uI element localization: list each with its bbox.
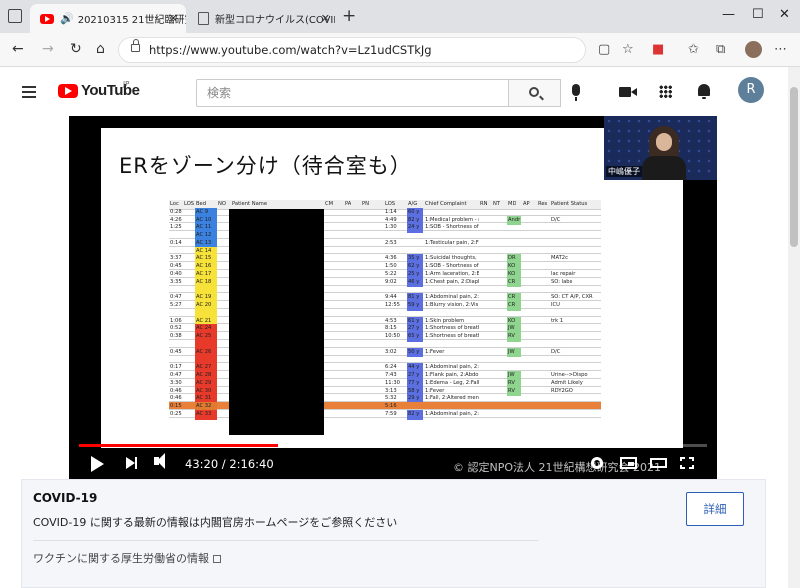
more-icon[interactable]: ⋯ [774, 42, 787, 57]
scrollbar-thumb[interactable] [790, 87, 798, 247]
board-cell-md [507, 410, 521, 420]
vaccine-info-link[interactable]: ワクチンに関する厚生労働省の情報 [33, 550, 221, 566]
speaker-icon[interactable]: 🔊 [60, 12, 74, 25]
favorite-icon[interactable]: ☆ [622, 42, 634, 57]
board-cell-loc: 0:25 [170, 410, 182, 417]
miniplayer-icon[interactable] [620, 457, 637, 469]
vaccine-info-link-text[interactable]: ワクチンに関する厚生労働省の情報 [33, 552, 209, 565]
time-total: 2:16:40 [229, 457, 274, 471]
tab-label: 新型コロナウイルス(COVID-19)感染 [215, 15, 335, 26]
volume-icon[interactable] [154, 453, 165, 469]
time-display: 43:20 / 2:16:40 [185, 457, 274, 471]
board-cell-los: 7:59 [385, 410, 397, 417]
presentation-slide: ERをゾーン分け（待合室も） Loc LOS Bed NO Patient Name CM… [101, 128, 683, 448]
close-tab-icon[interactable]: ✕ [169, 12, 178, 25]
collections-icon[interactable]: ⧉ [716, 42, 725, 57]
settings-gear-icon[interactable] [591, 457, 603, 469]
youtube-logo-icon[interactable] [58, 84, 78, 98]
forward-icon[interactable]: → [42, 41, 54, 57]
external-link-icon [213, 555, 221, 563]
profile-avatar[interactable] [745, 41, 762, 58]
new-tab-icon[interactable]: + [342, 6, 356, 26]
time-separator: / [218, 457, 230, 471]
youtube-favicon-icon [40, 13, 54, 24]
create-video-icon[interactable] [619, 87, 637, 97]
reader-icon[interactable]: ▢ [598, 42, 610, 57]
back-icon[interactable]: ← [12, 41, 24, 57]
presenter-name: 中嶋優子 [606, 166, 642, 177]
info-panel-text: COVID-19 に関する最新の情報は内閣官房ホームページをご参照ください [33, 516, 398, 529]
covid-info-panel: COVID-19 COVID-19 に関する最新の情報は内閣官房ホームページをご… [21, 479, 766, 588]
close-tab-icon[interactable]: ✕ [321, 12, 330, 25]
next-video-icon[interactable] [126, 457, 137, 469]
video-player[interactable]: ERをゾーン分け（待合室も） Loc LOS Bed NO Patient Name CM… [69, 116, 717, 479]
board-cell-status [550, 410, 600, 420]
presenter-body [642, 156, 686, 180]
url-text[interactable]: https://www.youtube.com/watch?v=Lz1udCST… [149, 43, 432, 57]
search-icon [529, 87, 539, 97]
region-code: JP [123, 80, 130, 88]
browser-tab-youtube[interactable]: 🔊 20210315 21世紀臨研究… ✕ [30, 4, 186, 33]
page-scrollbar[interactable] [788, 67, 800, 588]
browser-tab-strip: 🔊 20210315 21世紀臨研究… ✕ 新型コロナウイルス(COVID-19… [0, 0, 800, 33]
maximize-icon[interactable]: ☐ [752, 7, 764, 22]
info-divider [33, 540, 538, 541]
menu-icon[interactable] [22, 86, 36, 98]
board-cell-bed: AC 33 [195, 409, 217, 420]
document-favicon-icon [198, 12, 209, 25]
minimize-icon[interactable]: — [722, 7, 735, 22]
board-cell-ag: 82 y [407, 409, 423, 420]
presenter-camera: 中嶋優子 [604, 116, 717, 180]
theater-mode-icon[interactable] [650, 458, 667, 468]
er-tracking-board: Loc LOS Bed NO Patient Name CM PA PN LOS A/G Chief… [169, 200, 601, 443]
progress-fill [79, 444, 279, 447]
redacted-patient-names [229, 209, 324, 435]
close-window-icon[interactable]: ✕ [779, 7, 790, 22]
slide-title: ERをゾーン分け（待合室も） [119, 154, 412, 178]
extension-icon[interactable]: ■ [652, 42, 664, 57]
time-current: 43:20 [185, 457, 219, 471]
play-icon[interactable] [91, 456, 104, 472]
favorites-bar-icon[interactable]: ✩ [688, 42, 699, 57]
home-icon[interactable]: ⌂ [96, 41, 105, 57]
progress-bar[interactable] [79, 444, 707, 447]
zoom-watermark: zoom [589, 426, 655, 454]
browser-toolbar: ← → ↻ ⌂ https://www.youtube.com/watch?v=… [0, 33, 800, 67]
browser-tab-covid[interactable]: 新型コロナウイルス(COVID-19)感染 ✕ [188, 4, 338, 33]
details-button[interactable]: 詳細 [686, 492, 744, 526]
tab-actions-icon[interactable] [8, 9, 22, 23]
board-cell-cc: 1:Abdominal pain, 2: [425, 410, 479, 417]
notifications-bell-icon[interactable] [698, 84, 710, 99]
youtube-wordmark[interactable]: YouTube [81, 82, 140, 99]
address-bar[interactable]: https://www.youtube.com/watch?v=Lz1udCST… [118, 37, 586, 63]
microphone-icon[interactable] [572, 84, 580, 101]
fullscreen-icon[interactable] [679, 456, 695, 470]
youtube-header: YouTube JP R [0, 67, 788, 119]
search-button[interactable] [509, 79, 561, 107]
search-input[interactable] [196, 79, 509, 107]
presenter-face [656, 133, 672, 151]
refresh-icon[interactable]: ↻ [70, 41, 82, 57]
info-panel-title: COVID-19 [33, 491, 98, 505]
lock-icon[interactable] [131, 39, 140, 52]
user-avatar[interactable]: R [738, 77, 764, 103]
apps-grid-icon[interactable] [659, 85, 672, 98]
